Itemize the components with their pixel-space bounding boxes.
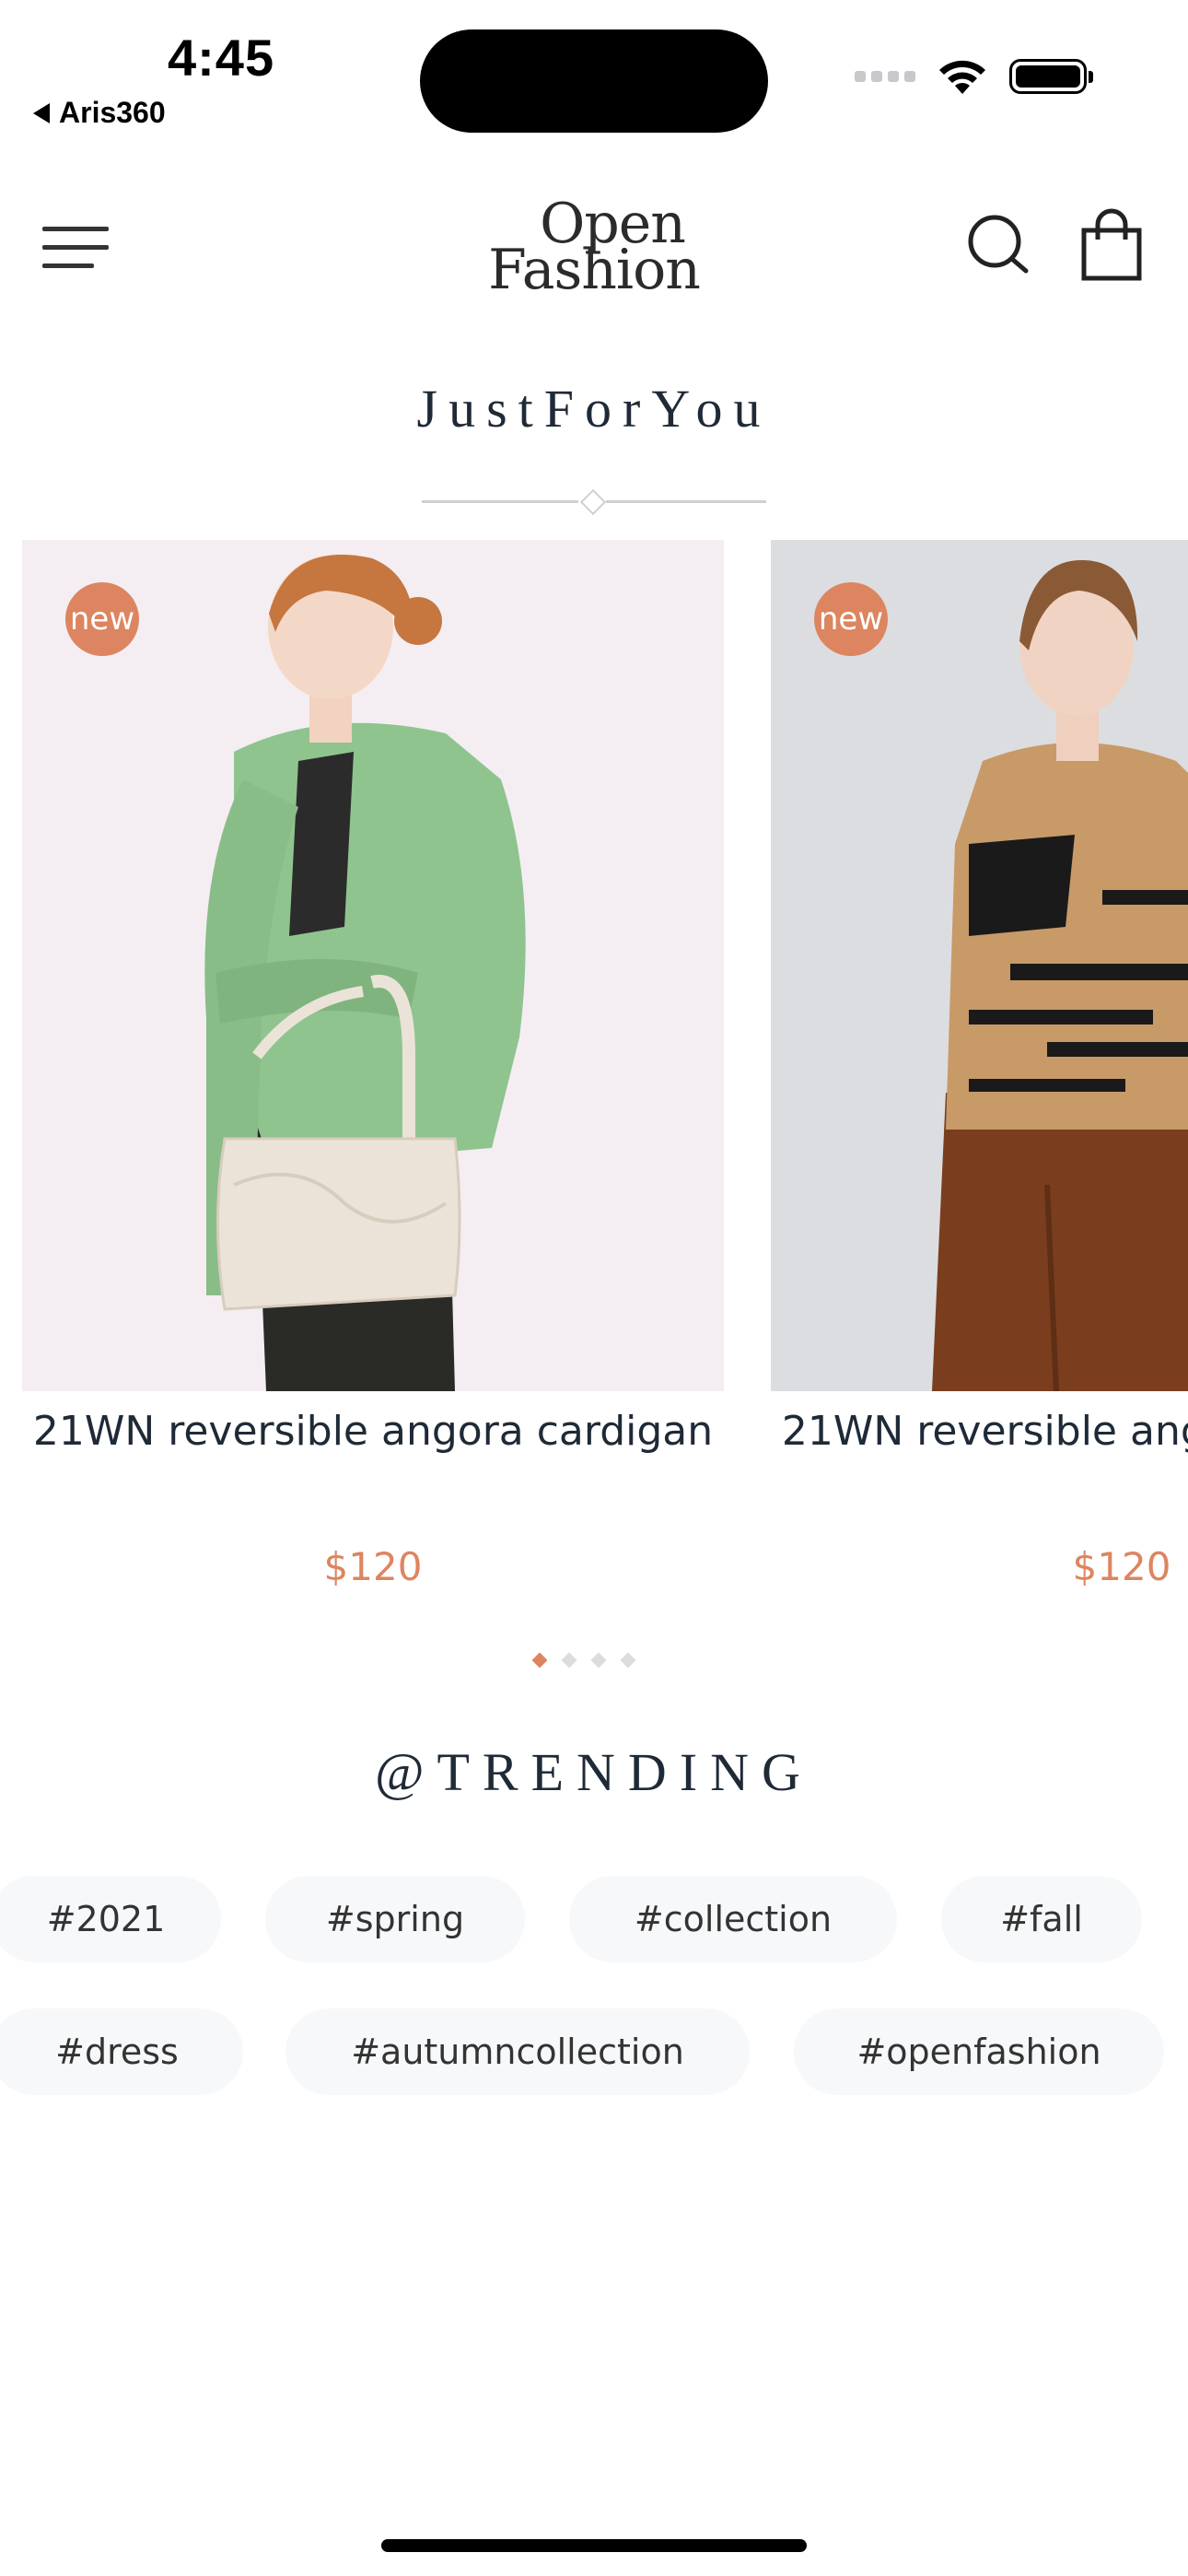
trending-tag[interactable]: #fall (941, 1876, 1142, 1962)
pagination-dot[interactable] (590, 1652, 607, 1669)
trending-tag[interactable]: #collection (569, 1876, 897, 1962)
trending-tag[interactable]: #2021 (0, 1876, 221, 1962)
carousel-pagination[interactable] (531, 1652, 636, 1669)
trending-tag[interactable]: #spring (265, 1876, 525, 1962)
status-bar: 4:45 Aris360 (0, 0, 1188, 147)
pagination-dot[interactable] (561, 1652, 577, 1669)
new-badge: new (65, 582, 139, 656)
dynamic-island (420, 29, 768, 133)
trending-tag[interactable]: #autumncollection (285, 2008, 750, 2095)
trending-tags-row-1: #2021 #spring #collection #fall (0, 1876, 1188, 1962)
trending-title: @TRENDING (375, 1742, 813, 1802)
title-divider (422, 488, 766, 516)
cellular-signal-icon (855, 71, 915, 82)
wifi-icon (939, 60, 985, 94)
battery-icon (1009, 59, 1093, 94)
status-icons (855, 57, 1093, 96)
shopping-bag-icon[interactable] (1079, 208, 1144, 282)
open-fashion-logo[interactable]: Open Fashion (479, 196, 709, 302)
product-image[interactable]: new (771, 540, 1188, 1391)
product-image[interactable]: new (22, 540, 724, 1391)
product-name[interactable]: 21WN reversible angora cardigan (771, 1399, 1188, 1465)
product-price: $120 (323, 1544, 423, 1589)
back-app-label: Aris360 (59, 96, 166, 129)
trending-tag[interactable]: #dress (0, 2008, 243, 2095)
status-time: 4:45 (168, 29, 275, 87)
logo-line2: Fashion (488, 238, 701, 302)
home-indicator[interactable] (381, 2539, 807, 2552)
pagination-dot[interactable] (531, 1652, 548, 1669)
back-triangle-icon (33, 102, 50, 123)
pagination-dot[interactable] (620, 1652, 636, 1669)
product-price: $120 (1072, 1544, 1171, 1589)
trending-tags-row-2: #dress #autumncollection #openfashion (0, 2008, 1188, 2095)
search-icon[interactable] (965, 212, 1031, 278)
product-card[interactable]: new 21WN reversible angora cardigan $120 (22, 540, 724, 1618)
battery-level (1016, 65, 1080, 88)
back-to-app-link[interactable]: Aris360 (33, 96, 166, 130)
product-carousel[interactable]: new 21WN reversible angora cardigan $120 (0, 540, 1188, 1618)
just-for-you-title: JustForYou (416, 379, 772, 439)
new-badge: new (814, 582, 888, 656)
product-name[interactable]: 21WN reversible angora cardigan (22, 1399, 724, 1465)
product-card[interactable]: new 21WN reversible angora cardigan $120 (771, 540, 1188, 1618)
trending-tag[interactable]: #openfashion (794, 2008, 1164, 2095)
menu-icon[interactable] (42, 223, 112, 273)
app-header: Open Fashion (0, 184, 1188, 313)
